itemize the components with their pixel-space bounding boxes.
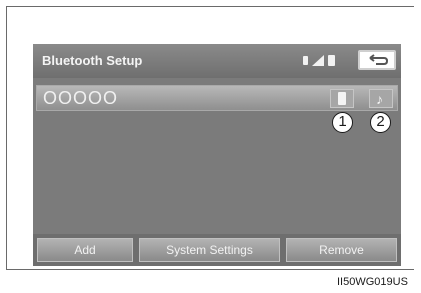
callout-2: 2 <box>370 112 391 133</box>
bluetooth-icon <box>303 56 308 65</box>
phone-profile-button[interactable] <box>330 89 354 108</box>
device-list-item[interactable]: OOOOO ♪ <box>36 85 398 111</box>
back-button[interactable] <box>358 50 396 70</box>
bluetooth-setup-screen: Bluetooth Setup OOOOO ♪ Add System Setti… <box>33 44 401 266</box>
music-profile-button[interactable]: ♪ <box>369 89 393 108</box>
callout-1: 1 <box>332 112 353 133</box>
return-arrow-icon <box>369 54 389 65</box>
figure-code: II50WG019US <box>337 276 408 288</box>
screen-title: Bluetooth Setup <box>42 53 143 68</box>
music-note-icon: ♪ <box>376 91 383 107</box>
device-name: OOOOO <box>43 88 119 108</box>
add-button[interactable]: Add <box>37 238 133 262</box>
signal-strength-icon <box>312 55 324 66</box>
status-icons <box>303 55 343 67</box>
system-settings-button[interactable]: System Settings <box>139 238 280 262</box>
phone-icon <box>338 92 346 105</box>
screen-header: Bluetooth Setup <box>33 44 401 78</box>
screen-footer: Add System Settings Remove <box>33 234 401 266</box>
battery-icon <box>328 55 335 66</box>
remove-button[interactable]: Remove <box>286 238 397 262</box>
